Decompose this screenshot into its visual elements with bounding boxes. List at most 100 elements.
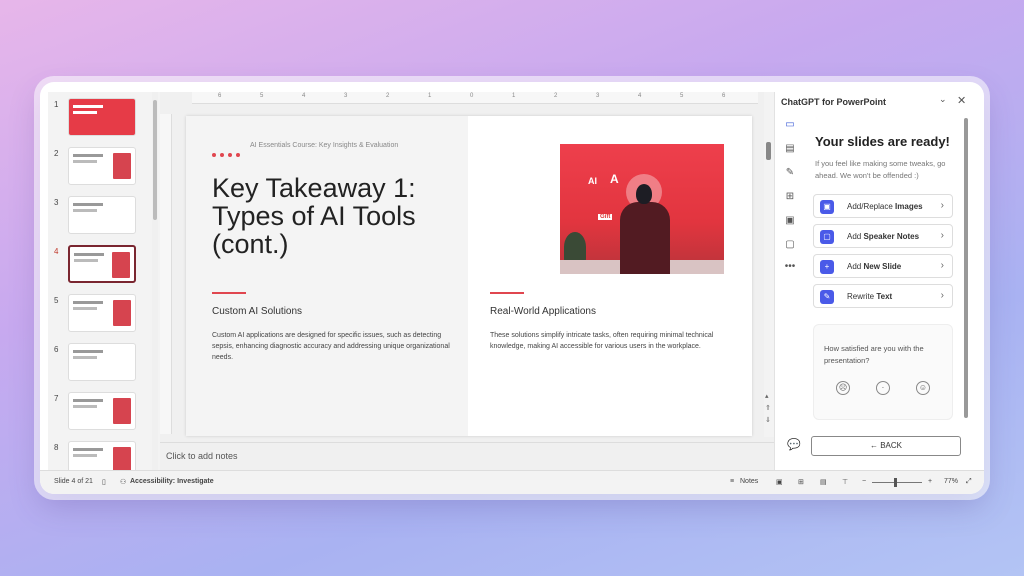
reading-view-icon[interactable]: ▤	[820, 478, 827, 486]
status-bar: Slide 4 of 21 ▯ ⚇ Accessibility: Investi…	[40, 470, 984, 494]
rewrite-text-button[interactable]: ✎ Rewrite Text ›	[813, 284, 953, 308]
add-new-slide-button[interactable]: + Add New Slide ›	[813, 254, 953, 278]
slide-number: 4	[54, 247, 59, 256]
thumbnail-preview	[68, 245, 136, 283]
thumbnail-preview	[68, 98, 136, 136]
satisfaction-question: How satisfied are you with the presentat…	[824, 344, 924, 365]
photo-label-a: A	[610, 172, 619, 186]
ruler-tick: 1	[428, 93, 432, 99]
thumbnail-preview	[68, 196, 136, 234]
add-slide-icon[interactable]: ⊞	[783, 190, 797, 204]
ruler-tick: 4	[638, 93, 642, 99]
left-body-text[interactable]: Custom AI applications are designed for …	[212, 330, 452, 363]
right-body-text[interactable]: These solutions simplify intricate tasks…	[490, 330, 714, 352]
right-accent-line	[490, 292, 524, 294]
chevron-down-icon[interactable]: ⌄	[939, 94, 947, 105]
image-icon: ▣	[820, 200, 834, 214]
book-icon[interactable]: ▯	[102, 478, 106, 486]
back-label: BACK	[880, 441, 903, 450]
ruler-tick: 4	[302, 93, 306, 99]
vertical-ruler	[160, 114, 172, 434]
normal-view-icon[interactable]: ▣	[776, 478, 783, 486]
zoom-level[interactable]: 77%	[944, 478, 958, 485]
fit-to-window-icon[interactable]: ⤢	[966, 478, 972, 486]
neutral-face-icon[interactable]: ·	[876, 381, 890, 395]
scroll-up-icon[interactable]: ▴	[765, 392, 769, 400]
slide-number: 6	[54, 345, 59, 354]
back-arrow-icon: ←	[869, 441, 881, 450]
photo-label-ai: AI	[588, 176, 597, 186]
next-slide-icon[interactable]: ⇓	[765, 416, 771, 424]
notes-button[interactable]: Notes	[740, 478, 758, 485]
decorative-dots	[212, 144, 244, 162]
left-accent-line	[212, 292, 246, 294]
action-label: Add	[847, 262, 864, 271]
action-label-bold: New Slide	[863, 262, 902, 271]
tweak-subtext: If you feel like making some tweaks, go …	[815, 159, 946, 180]
note-icon[interactable]: ▢	[783, 238, 797, 252]
slideshow-icon[interactable]: ⊤	[842, 478, 848, 486]
course-label: AI Essentials Course: Key Insights & Eva…	[250, 142, 399, 149]
current-slide[interactable]: AI Essentials Course: Key Insights & Eva…	[186, 116, 752, 436]
ruler-tick: 0	[470, 93, 474, 99]
zoom-in-icon[interactable]: +	[928, 478, 932, 485]
pane-scrollbar[interactable]	[963, 118, 969, 418]
thumbnail-preview	[68, 343, 136, 381]
slide-number: 2	[54, 149, 59, 158]
accessibility-icon: ⚇	[120, 479, 127, 486]
ruler-tick: 1	[512, 93, 516, 99]
more-icon[interactable]: •••	[783, 260, 797, 274]
slide-title[interactable]: Key Takeaway 1: Types of AI Tools (cont.…	[212, 174, 452, 258]
new-slide-icon: +	[820, 260, 834, 274]
zoom-slider-thumb[interactable]	[894, 478, 897, 487]
satisfaction-card: How satisfied are you with the presentat…	[813, 324, 953, 420]
note-icon: ▢	[820, 230, 834, 244]
right-subheading[interactable]: Real-World Applications	[490, 306, 596, 317]
zoom-out-icon[interactable]: −	[862, 478, 866, 485]
horizontal-ruler: 6 5 4 3 2 1 0 1 2 3 4 5 6	[192, 92, 758, 104]
left-subheading[interactable]: Custom AI Solutions	[212, 306, 302, 317]
thumbnail-preview	[68, 392, 136, 430]
ruler-tick: 3	[344, 93, 348, 99]
chatgpt-addin-pane: ChatGPT for PowerPoint ⌄ ✕ ▭ ▤ ✎ ⊞ ▣ ▢ •…	[774, 92, 972, 470]
action-label-bold: Text	[876, 292, 893, 301]
ruler-tick: 5	[260, 93, 264, 99]
slide-editor: 6 5 4 3 2 1 0 1 2 3 4 5 6 AI Essentials Course: Key …	[160, 92, 774, 470]
add-speaker-notes-button[interactable]: ▢ Add Speaker Notes ›	[813, 224, 953, 248]
pane-title: ChatGPT for PowerPoint	[781, 97, 887, 107]
chevron-right-icon: ›	[940, 200, 944, 211]
zoom-slider[interactable]	[872, 482, 922, 483]
ruler-tick: 2	[386, 93, 390, 99]
slide-photo[interactable]: AI A Gift	[560, 144, 724, 274]
editor-scrollbar[interactable]: ▴ ⇑ ⇓	[764, 92, 774, 437]
slide-number: 7	[54, 394, 59, 403]
chevron-right-icon: ›	[940, 290, 944, 301]
back-button[interactable]: ← BACK	[811, 436, 961, 456]
image-icon[interactable]: ▣	[783, 214, 797, 228]
ruler-tick: 5	[680, 93, 684, 99]
feedback-icon[interactable]: 💬	[787, 438, 801, 451]
slide-count[interactable]: Slide 4 of 21	[54, 478, 93, 485]
pencil-icon[interactable]: ✎	[783, 166, 797, 180]
presentation-icon[interactable]: ▭	[783, 118, 797, 132]
slide-sorter-icon[interactable]: ⊞	[798, 478, 804, 486]
ruler-tick: 2	[554, 93, 558, 99]
thumbnail-preview	[68, 294, 136, 332]
thumbnails-scrollbar[interactable]	[152, 92, 158, 470]
action-label: Add	[847, 232, 864, 241]
accessibility-status[interactable]: Accessibility: Investigate	[130, 478, 214, 485]
prev-slide-icon[interactable]: ⇑	[765, 404, 771, 412]
chevron-right-icon: ›	[940, 230, 944, 241]
notes-placeholder[interactable]: Click to add notes	[160, 442, 774, 470]
action-label-bold: Speaker Notes	[863, 232, 920, 241]
add-replace-images-button[interactable]: ▣ Add/Replace Images ›	[813, 194, 953, 218]
ready-heading: Your slides are ready!	[815, 134, 950, 149]
action-label-bold: Images	[895, 202, 923, 211]
action-label: Add/Replace	[847, 202, 896, 211]
document-icon[interactable]: ▤	[783, 142, 797, 156]
sad-face-icon[interactable]: ☹	[836, 381, 850, 395]
happy-face-icon[interactable]: ☺	[916, 381, 930, 395]
close-icon[interactable]: ✕	[957, 94, 966, 107]
notes-icon: ≡	[730, 478, 735, 485]
photo-label-gift: Gift	[598, 214, 613, 220]
